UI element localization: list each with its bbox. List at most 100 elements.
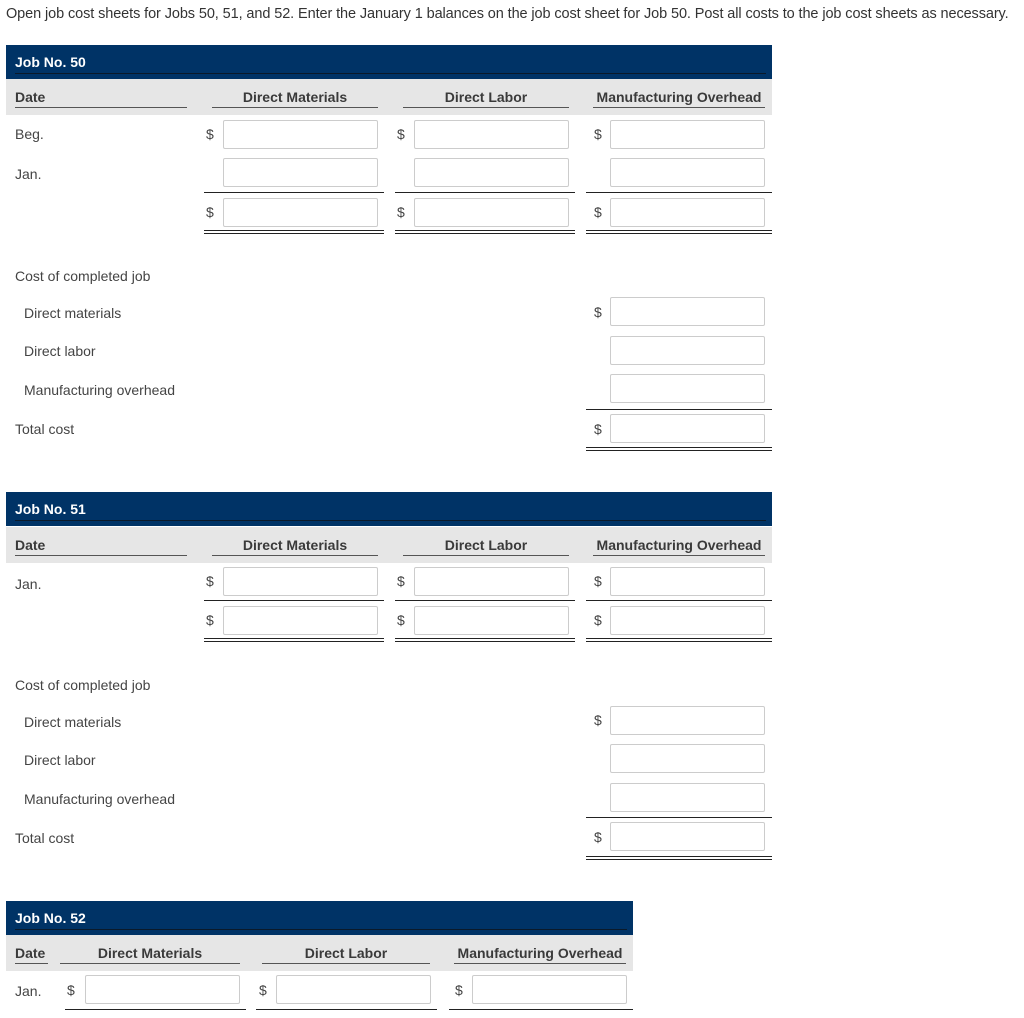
total-double-line: [204, 230, 384, 234]
job52-jan-direct-labor-input[interactable]: [276, 975, 431, 1004]
job-51-header: Job No. 51: [6, 492, 772, 526]
subtotal-line: [586, 409, 772, 410]
completed-job-heading: Cost of completed job: [15, 268, 151, 284]
total-double-line: [395, 638, 575, 642]
job51-completed-dm-input[interactable]: [610, 706, 765, 735]
dollar-sign: $: [594, 612, 602, 628]
dollar-sign: $: [594, 421, 602, 437]
completed-job-heading: Cost of completed job: [15, 677, 151, 693]
completed-dl-label: Direct labor: [24, 343, 96, 359]
subtotal-line: [65, 1009, 246, 1010]
dollar-sign: $: [206, 204, 214, 220]
total-cost-label: Total cost: [15, 830, 75, 846]
total-cost-label: Total cost: [15, 421, 75, 437]
dollar-sign: $: [206, 612, 214, 628]
total-double-line: [395, 230, 575, 234]
job-52-column-header: Date Direct Materials Direct Labor Manuf…: [6, 935, 633, 971]
subtotal-line: [586, 817, 772, 818]
job51-jan-overhead-input[interactable]: [610, 567, 765, 596]
dollar-sign: $: [594, 204, 602, 220]
col-direct-materials: Direct Materials: [212, 89, 378, 108]
job50-completed-dm-input[interactable]: [610, 297, 765, 326]
job-52-title: Job No. 52: [15, 910, 86, 926]
total-double-line: [586, 447, 772, 451]
dollar-sign: $: [397, 204, 405, 220]
job51-total-direct-labor-input[interactable]: [414, 606, 569, 635]
job50-jan-overhead-input[interactable]: [610, 158, 765, 187]
job50-total-overhead-input[interactable]: [610, 198, 765, 227]
job-51-title: Job No. 51: [15, 501, 86, 517]
subtotal-line: [586, 600, 772, 601]
completed-dm-label: Direct materials: [24, 714, 122, 730]
dollar-sign: $: [206, 126, 214, 142]
job50-completed-mo-input[interactable]: [610, 374, 765, 403]
subtotal-line: [204, 600, 384, 601]
job50-total-direct-materials-input[interactable]: [223, 198, 378, 227]
col-direct-labor: Direct Labor: [403, 89, 569, 108]
job50-total-cost-input[interactable]: [610, 414, 765, 443]
col-direct-labor: Direct Labor: [262, 945, 430, 964]
total-double-line: [204, 638, 384, 642]
dollar-sign: $: [397, 612, 405, 628]
dollar-sign: $: [67, 982, 75, 998]
job51-jan-direct-labor-input[interactable]: [414, 567, 569, 596]
job50-jan-direct-materials-input[interactable]: [223, 158, 378, 187]
dollar-sign: $: [594, 712, 602, 728]
col-manufacturing-overhead: Manufacturing Overhead: [593, 89, 765, 108]
col-manufacturing-overhead: Manufacturing Overhead: [593, 537, 765, 556]
col-date: Date: [15, 89, 187, 108]
job50-beg-direct-labor-input[interactable]: [414, 120, 569, 149]
completed-mo-label: Manufacturing overhead: [24, 791, 175, 807]
job50-beg-direct-materials-input[interactable]: [223, 120, 378, 149]
col-direct-labor: Direct Labor: [403, 537, 569, 556]
dollar-sign: $: [455, 982, 463, 998]
job51-total-overhead-input[interactable]: [610, 606, 765, 635]
job50-beg-overhead-input[interactable]: [610, 120, 765, 149]
row-label-jan: Jan.: [15, 983, 42, 999]
job51-completed-mo-input[interactable]: [610, 783, 765, 812]
job-50-header: Job No. 50: [6, 45, 772, 79]
row-label-jan: Jan.: [15, 166, 42, 182]
job51-jan-direct-materials-input[interactable]: [223, 567, 378, 596]
job-51-column-header: Date Direct Materials Direct Labor Manuf…: [6, 527, 772, 563]
col-manufacturing-overhead: Manufacturing Overhead: [454, 945, 626, 964]
col-direct-materials: Direct Materials: [60, 945, 240, 964]
col-date: Date: [15, 537, 187, 556]
col-direct-materials: Direct Materials: [212, 537, 378, 556]
dollar-sign: $: [594, 829, 602, 845]
job50-jan-direct-labor-input[interactable]: [414, 158, 569, 187]
job51-completed-dl-input[interactable]: [610, 744, 765, 773]
completed-mo-label: Manufacturing overhead: [24, 382, 175, 398]
dollar-sign: $: [259, 982, 267, 998]
subtotal-line: [586, 192, 772, 193]
dollar-sign: $: [206, 573, 214, 589]
row-label-beg: Beg.: [15, 126, 44, 142]
total-double-line: [586, 230, 772, 234]
dollar-sign: $: [594, 573, 602, 589]
completed-dm-label: Direct materials: [24, 305, 122, 321]
dollar-sign: $: [397, 573, 405, 589]
job-50-title: Job No. 50: [15, 54, 86, 70]
job-52-header: Job No. 52: [6, 901, 633, 935]
col-date: Date: [15, 945, 48, 964]
dollar-sign: $: [594, 126, 602, 142]
row-label-jan: Jan.: [15, 576, 42, 592]
job51-total-direct-materials-input[interactable]: [223, 606, 378, 635]
instructions: Open job cost sheets for Jobs 50, 51, an…: [6, 6, 1009, 22]
subtotal-line: [395, 600, 575, 601]
dollar-sign: $: [594, 304, 602, 320]
subtotal-line: [204, 192, 384, 193]
total-double-line: [586, 638, 772, 642]
completed-dl-label: Direct labor: [24, 752, 96, 768]
subtotal-line: [395, 192, 575, 193]
subtotal-line: [256, 1009, 437, 1010]
dollar-sign: $: [397, 126, 405, 142]
job-50-column-header: Date Direct Materials Direct Labor Manuf…: [6, 79, 772, 115]
job52-jan-overhead-input[interactable]: [472, 975, 627, 1004]
job50-completed-dl-input[interactable]: [610, 336, 765, 365]
subtotal-line: [449, 1009, 633, 1010]
job51-total-cost-input[interactable]: [610, 822, 765, 851]
job52-jan-direct-materials-input[interactable]: [85, 975, 240, 1004]
total-double-line: [586, 856, 772, 860]
job50-total-direct-labor-input[interactable]: [414, 198, 569, 227]
